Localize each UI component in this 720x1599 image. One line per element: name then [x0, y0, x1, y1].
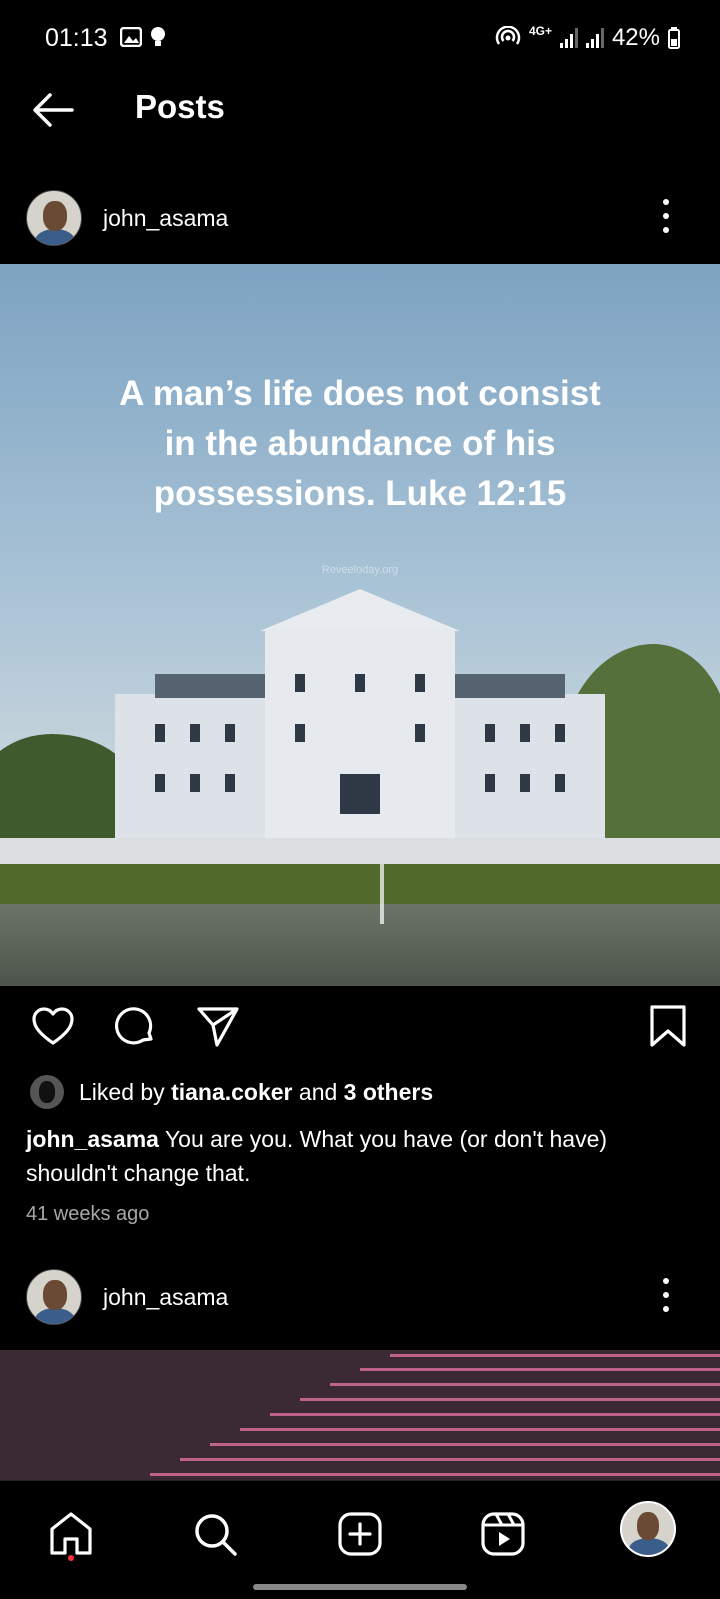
post-header-2: john_asama: [0, 1262, 720, 1332]
back-arrow-icon[interactable]: [30, 90, 76, 130]
post-actions: [0, 1003, 720, 1053]
battery-percent: 42%: [611, 24, 660, 51]
status-bar: 01:13 4G+ 42%: [0, 0, 720, 78]
profile-avatar[interactable]: [620, 1501, 676, 1557]
more-options-icon[interactable]: [662, 199, 670, 233]
post-caption: john_asama You are you. What you have (o…: [26, 1122, 696, 1190]
create-icon[interactable]: [335, 1509, 385, 1559]
image-quote-text: A man’s life does not consist in the abu…: [119, 374, 601, 513]
fountain: [380, 864, 384, 924]
pond: [0, 904, 720, 986]
reels-icon[interactable]: [478, 1509, 528, 1559]
status-time: 01:13: [45, 24, 108, 52]
balustrade: [0, 838, 720, 864]
post-header: john_asama: [0, 183, 720, 253]
avatar[interactable]: [26, 190, 82, 246]
network-type-label: 4G+: [528, 24, 552, 38]
mansion-illustration: [115, 589, 605, 839]
heart-icon[interactable]: [30, 1003, 76, 1049]
liked-by-middle: and: [298, 1078, 338, 1105]
signal-strength-icon: [559, 28, 578, 48]
signal-strength-2-icon: [585, 28, 604, 48]
search-icon[interactable]: [190, 1509, 240, 1559]
notification-dot: [68, 1555, 74, 1561]
status-indicators: 4G+ 42%: [495, 24, 680, 52]
more-options-icon[interactable]: [662, 1278, 670, 1312]
bottom-navigation: [0, 1480, 720, 1599]
caption-username[interactable]: john_asama: [26, 1126, 159, 1152]
image-watermark: Reveeloday.org: [321, 564, 399, 576]
hedge: [0, 864, 720, 904]
battery-icon: [668, 27, 680, 49]
status-notification-icons: [120, 26, 166, 48]
likes-summary[interactable]: Liked by tiana.coker and 3 others: [30, 1075, 433, 1109]
page-title: Posts: [135, 88, 225, 125]
send-icon[interactable]: [195, 1003, 241, 1049]
comment-icon[interactable]: [113, 1003, 159, 1049]
home-icon[interactable]: [46, 1509, 96, 1559]
hotspot-icon: [495, 26, 521, 45]
gesture-bar: [253, 1584, 467, 1590]
bulb-notification-icon: [151, 27, 165, 46]
liker-avatar: [30, 1075, 64, 1109]
post-image[interactable]: A man’s life does not consist in the abu…: [0, 264, 720, 986]
post-timestamp: 41 weeks ago: [26, 1203, 150, 1225]
gallery-notification-icon: [120, 27, 142, 47]
liked-by-prefix: Liked by: [79, 1078, 165, 1105]
avatar[interactable]: [26, 1269, 82, 1325]
post-image-2[interactable]: [0, 1350, 720, 1480]
bookmark-icon[interactable]: [645, 1003, 691, 1049]
liked-by-user[interactable]: tiana.coker: [171, 1079, 292, 1106]
liked-by-others[interactable]: 3 others: [344, 1079, 433, 1106]
post-username[interactable]: john_asama: [103, 205, 228, 232]
post-username[interactable]: john_asama: [103, 1284, 228, 1311]
app-bar: Posts: [0, 78, 720, 144]
